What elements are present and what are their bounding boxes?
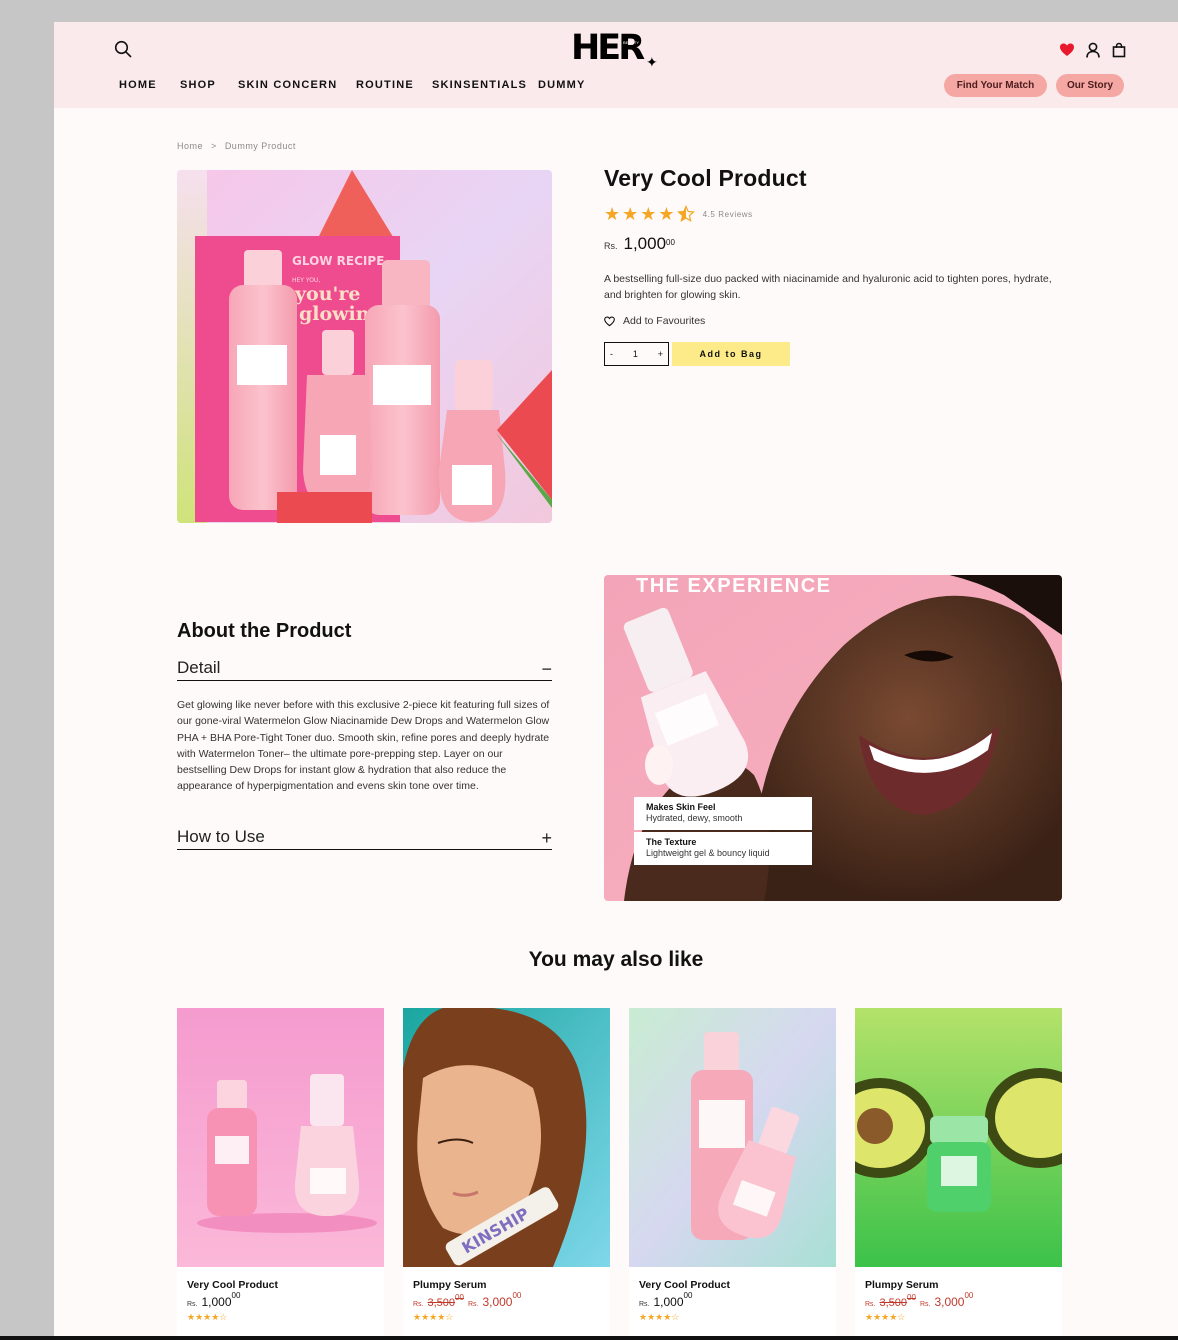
collapse-icon[interactable]: − xyxy=(541,660,552,678)
product-rating: ★ ★ ★ ★ 4.5 Reviews xyxy=(604,205,753,223)
search-icon[interactable] xyxy=(114,40,132,58)
experience-card-skin-feel: Makes Skin Feel Hydrated, dewy, smooth xyxy=(634,797,812,830)
add-to-bag-button[interactable]: Add to Bag xyxy=(672,342,790,366)
experience-card-texture: The Texture Lightweight gel & bouncy liq… xyxy=(634,832,812,865)
experience-card-title: Makes Skin Feel xyxy=(646,802,716,812)
product-card[interactable]: KINSHIP Plumpy Serum Rs. 3,50000 Rs. 3,0… xyxy=(403,1008,610,1336)
quantity-decrease-button[interactable]: - xyxy=(610,349,613,359)
product-card-rating: ★★★★☆ xyxy=(639,1312,680,1322)
also-like-title: You may also like xyxy=(528,948,704,971)
price-currency: Rs. xyxy=(919,1301,931,1308)
product-card-rating: ★★★★☆ xyxy=(413,1312,454,1322)
product-card[interactable]: Plumpy Serum Rs. 3,50000 Rs. 3,00000 ★★★… xyxy=(855,1008,1062,1336)
product-card-rating: ★★★★☆ xyxy=(187,1312,228,1322)
experience-card-title: The Texture xyxy=(646,837,697,847)
page-frame: HER BEAUTY ✦ HOME SHOP SKIN CONCERN ROUT… xyxy=(54,22,1178,1336)
quantity-input[interactable]: 1 xyxy=(633,349,638,359)
half-star-icon xyxy=(676,205,695,222)
experience-card-subtitle: Lightweight gel & bouncy liquid xyxy=(646,848,770,858)
our-story-button[interactable]: Our Story xyxy=(1056,74,1124,97)
nav-item-shop[interactable]: SHOP xyxy=(180,79,238,91)
product-card-price: Rs. 1,00000 xyxy=(187,1291,241,1309)
product-description: A bestselling full-size duo packed with … xyxy=(604,273,1052,301)
nav-item-dummy[interactable]: DUMMY xyxy=(538,79,598,91)
product-card-image[interactable] xyxy=(177,1008,384,1267)
breadcrumb-home[interactable]: Home xyxy=(177,141,203,151)
quantity-stepper: - 1 + xyxy=(604,342,669,366)
experience-card-subtitle: Hydrated, dewy, smooth xyxy=(646,813,743,823)
product-card-image[interactable] xyxy=(629,1008,836,1267)
price-decimals: 00 xyxy=(666,238,675,247)
product-card-image[interactable]: KINSHIP xyxy=(403,1008,610,1267)
experience-image: THE EXPERIENCE Makes Skin Feel Hydrated,… xyxy=(604,575,1062,901)
breadcrumb-current: Dummy Product xyxy=(224,141,296,151)
nav-item-skinsentials[interactable]: SKINSENTIALS xyxy=(432,79,538,91)
brand-logo[interactable]: HER xyxy=(571,28,645,68)
heart-icon[interactable] xyxy=(1059,41,1075,59)
product-card-name[interactable]: Plumpy Serum xyxy=(865,1279,939,1291)
old-price-currency: Rs. xyxy=(413,1301,424,1308)
hero-image-line1: you're xyxy=(294,283,360,305)
product-card[interactable]: Very Cool Product Rs. 1,00000 ★★★★☆ xyxy=(629,1008,836,1336)
product-card-price: Rs. 3,50000 Rs. 3,00000 xyxy=(413,1291,522,1309)
heart-outline-icon xyxy=(604,315,615,326)
nav-item-home[interactable]: HOME xyxy=(119,79,180,91)
price-amount: 1,00000 xyxy=(653,1291,693,1309)
experience-title: THE EXPERIENCE xyxy=(636,575,832,597)
main-nav: HOME SHOP SKIN CONCERN ROUTINE SKINSENTI… xyxy=(119,79,598,91)
logo-star-icon: ✦ xyxy=(646,54,658,70)
product-image[interactable]: GLOW RECIPE HEY YOU, you're glowing xyxy=(177,170,552,523)
sale-price: 3,00000 xyxy=(934,1291,974,1309)
sale-price: 3,00000 xyxy=(482,1291,522,1309)
star-icon: ★ xyxy=(640,204,657,224)
product-card-price: Rs. 1,00000 xyxy=(639,1291,693,1309)
product-card-price: Rs. 3,50000 Rs. 3,00000 xyxy=(865,1291,974,1309)
detail-text: Get glowing like never before with this … xyxy=(177,699,550,793)
old-price: 3,50000 xyxy=(427,1293,464,1309)
product-card-name[interactable]: Very Cool Product xyxy=(639,1279,730,1291)
screen-bottom-edge xyxy=(0,1336,1178,1340)
reviews-count[interactable]: 4.5 Reviews xyxy=(703,210,753,219)
add-to-favourites-label: Add to Favourites xyxy=(623,315,706,327)
price-currency: Rs. xyxy=(187,1301,198,1308)
add-to-favourites-button[interactable]: Add to Favourites xyxy=(604,315,705,327)
accordion-how-to-use[interactable]: How to Use + xyxy=(177,827,552,850)
about-title: About the Product xyxy=(177,620,352,642)
bag-icon[interactable] xyxy=(1112,41,1126,59)
product-card[interactable]: Very Cool Product Rs. 1,00000 ★★★★☆ xyxy=(177,1008,384,1336)
price-amount: 1,00000 xyxy=(201,1291,241,1309)
product-title: Very Cool Product xyxy=(604,165,807,191)
hero-image-brand: GLOW RECIPE xyxy=(292,254,384,268)
expand-icon[interactable]: + xyxy=(541,829,552,847)
accordion-detail[interactable]: Detail − xyxy=(177,658,552,681)
user-icon[interactable] xyxy=(1085,41,1101,59)
find-your-match-button[interactable]: Find Your Match xyxy=(944,74,1047,97)
site-header: HER BEAUTY ✦ HOME SHOP SKIN CONCERN ROUT… xyxy=(54,22,1178,108)
old-price-currency: Rs. xyxy=(865,1301,876,1308)
price-currency: Rs. xyxy=(639,1301,650,1308)
old-price: 3,50000 xyxy=(879,1293,916,1309)
brand-logo-sub: BEAUTY xyxy=(623,40,640,45)
breadcrumb: Home > Dummy Product xyxy=(177,141,296,151)
price-currency: Rs. xyxy=(604,241,618,251)
product-card-rating: ★★★★☆ xyxy=(865,1312,906,1322)
price-amount: 1,000 xyxy=(623,234,667,253)
product-card-name[interactable]: Very Cool Product xyxy=(187,1279,278,1291)
nav-item-skin-concern[interactable]: SKIN CONCERN xyxy=(238,79,356,91)
breadcrumb-separator: > xyxy=(211,141,217,151)
star-icon: ★ xyxy=(622,204,639,224)
nav-item-routine[interactable]: ROUTINE xyxy=(356,79,432,91)
star-icon: ★ xyxy=(658,204,675,224)
price-currency: Rs. xyxy=(467,1301,479,1308)
product-card-name[interactable]: Plumpy Serum xyxy=(413,1279,487,1291)
accordion-detail-label: Detail xyxy=(177,658,221,677)
accordion-how-to-use-label: How to Use xyxy=(177,827,265,846)
quantity-increase-button[interactable]: + xyxy=(658,349,663,359)
product-price: Rs. 1,000 00 xyxy=(604,234,675,254)
product-card-image[interactable] xyxy=(855,1008,1062,1267)
star-icon: ★ xyxy=(604,204,621,224)
